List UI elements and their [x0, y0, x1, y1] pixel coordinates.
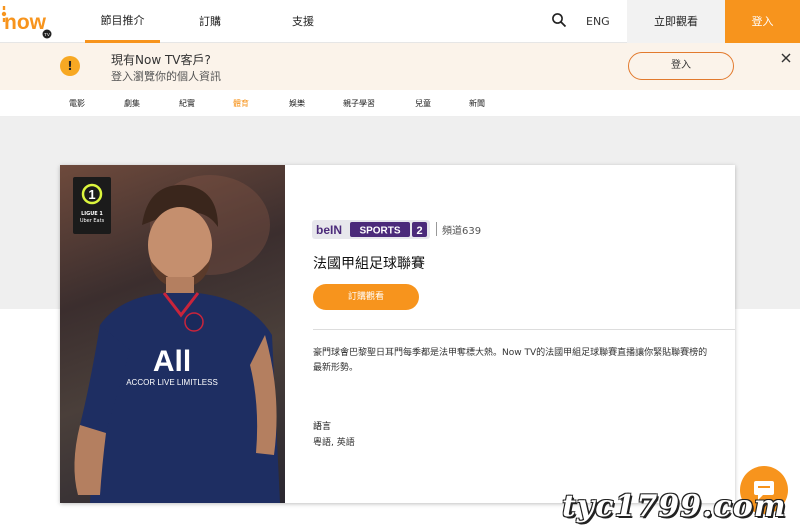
svg-text:2: 2	[416, 225, 422, 237]
subscribe-watch-button[interactable]: 訂購觀看	[313, 284, 419, 310]
channel-number: 頻道639	[442, 226, 482, 237]
search-icon[interactable]	[551, 12, 567, 28]
banner-title: 現有Now TV客戶?	[111, 53, 211, 67]
top-header: now TV 節目推介 訂購 支援 ENG 立即觀看 登入	[0, 0, 800, 43]
svg-text:SPORTS: SPORTS	[359, 226, 400, 237]
program-poster: All ACCOR LIVE LIMITLESS 1 LIGUE 1 Uber …	[60, 165, 285, 503]
header-login-button[interactable]: 登入	[725, 0, 800, 43]
nav-subscribe[interactable]: 訂購	[199, 0, 221, 43]
alert-icon: !	[60, 56, 80, 76]
language-values: 粵語, 英語	[313, 438, 355, 448]
ligue1-badge: 1	[73, 177, 111, 234]
program-card: All ACCOR LIVE LIMITLESS 1 LIGUE 1 Uber …	[60, 165, 735, 503]
language-heading: 語言	[313, 422, 332, 432]
customer-login-banner: ! 現有Now TV客戶? 登入瀏覽你的個人資訊 登入	[0, 43, 800, 90]
category-kids[interactable]: 兒童	[415, 98, 431, 109]
svg-text:1: 1	[88, 187, 95, 202]
category-drama[interactable]: 劇集	[124, 98, 140, 109]
svg-text:TV: TV	[44, 32, 50, 37]
program-title: 法國甲組足球聯賽	[313, 256, 425, 272]
category-nav: 電影 劇集 紀實 體育 娛樂 親子學習 兒童 新聞	[0, 90, 800, 117]
ligue1-badge-text: LIGUE 1 Uber Eats	[79, 211, 105, 224]
ligue1-logo-icon: 1	[81, 183, 103, 205]
language-toggle[interactable]: ENG	[586, 0, 610, 43]
channel-separator	[436, 222, 437, 236]
svg-text:ACCOR LIVE LIMITLESS: ACCOR LIVE LIMITLESS	[126, 378, 218, 387]
nav-program-recommend[interactable]: 節目推介	[85, 0, 160, 43]
category-sports[interactable]: 體育	[233, 98, 249, 109]
now-tv-logo[interactable]: now TV	[0, 3, 56, 39]
card-divider	[313, 329, 735, 330]
close-icon[interactable]	[780, 52, 792, 64]
category-documentary[interactable]: 紀實	[179, 98, 195, 109]
banner-login-button[interactable]: 登入	[628, 52, 734, 80]
category-news[interactable]: 新聞	[469, 98, 485, 109]
watch-now-button[interactable]: 立即觀看	[627, 0, 725, 43]
program-description: 豪門球會巴黎聖日耳門每季都是法甲奪標大熱。Now TV的法國甲組足球聯賽直播讓你…	[313, 348, 708, 373]
banner-subtitle: 登入瀏覽你的個人資訊	[111, 70, 221, 83]
category-entertainment[interactable]: 娛樂	[289, 98, 305, 109]
bein-sports-2-logo: beIN SPORTS 2	[312, 220, 430, 239]
category-family-learning[interactable]: 親子學習	[343, 98, 375, 109]
watermark-text: tyc1799.com	[562, 489, 787, 524]
category-movies[interactable]: 電影	[69, 98, 85, 109]
nav-support[interactable]: 支援	[292, 0, 314, 43]
svg-text:beIN: beIN	[316, 223, 342, 237]
svg-text:now: now	[4, 11, 47, 34]
svg-text:All: All	[153, 345, 191, 378]
